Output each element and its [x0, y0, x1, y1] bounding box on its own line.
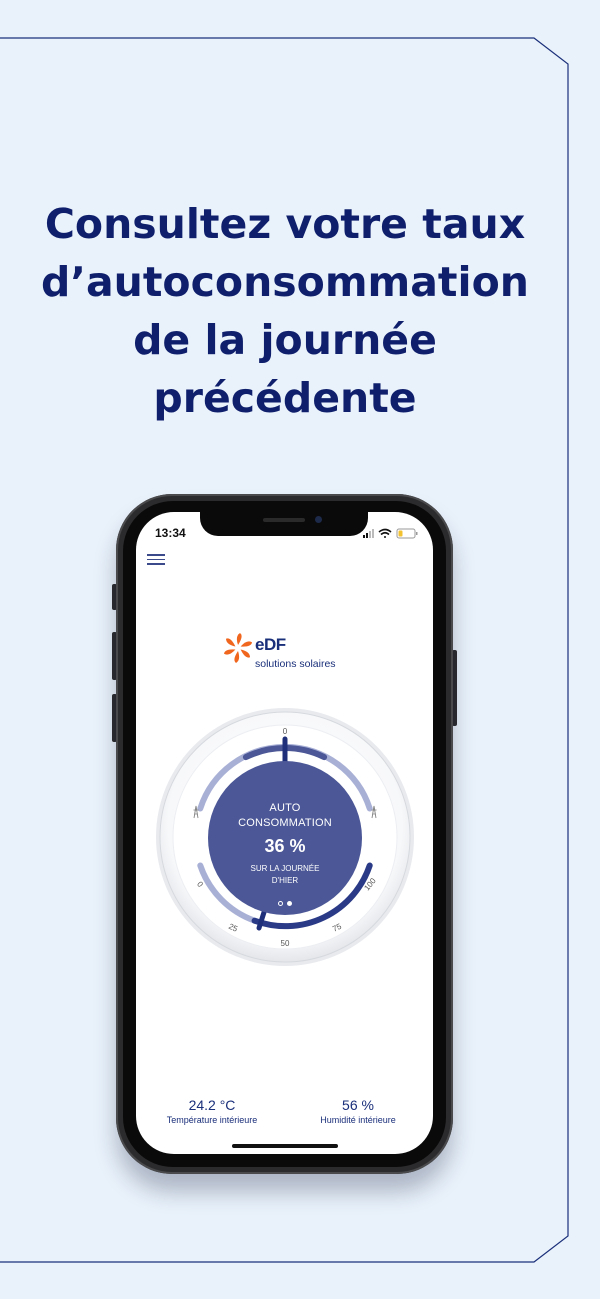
scale-label-50: 50 — [281, 939, 290, 948]
front-camera — [315, 516, 322, 523]
home-indicator[interactable] — [232, 1144, 338, 1148]
headline-line-4: précédente — [153, 374, 417, 422]
headline-line-1: Consultez votre taux — [44, 200, 526, 248]
wifi-icon — [378, 528, 392, 538]
humidity-label: Humidité intérieure — [320, 1115, 396, 1125]
speaker — [263, 518, 305, 522]
auto-title-line-1: AUTO — [269, 802, 301, 814]
headline-line-3: de la journée — [133, 316, 437, 364]
status-time: 13:34 — [155, 526, 186, 540]
page-dot-1[interactable] — [278, 901, 283, 906]
top-scale-label: 0 — [283, 727, 288, 736]
temperature-label: Température intérieure — [166, 1115, 258, 1125]
headline: Consultez votre taux d’autoconsommation … — [20, 195, 550, 427]
status-icons — [363, 528, 418, 539]
subtitle-line-2: D'HIER — [271, 876, 299, 885]
humidity-stat: 56 % Humidité intérieure — [298, 1097, 418, 1125]
edf-flower-icon — [224, 633, 252, 663]
humidity-value: 56 % — [342, 1097, 374, 1113]
signal-icon — [363, 529, 374, 538]
auto-title: AUTO CONSOMMATION — [208, 801, 362, 831]
page-indicator — [208, 901, 362, 906]
autoconsumption-value: 36 % — [264, 836, 306, 856]
logo-tagline: solutions solaires — [255, 658, 336, 670]
dial-center[interactable]: AUTO CONSOMMATION 36 % SUR LA JOURNÉE D'… — [208, 761, 362, 915]
temperature-value: 24.2 °C — [188, 1097, 236, 1113]
subtitle-line-1: SUR LA JOURNÉE — [250, 864, 320, 873]
headline-line-2: d’autoconsommation — [41, 258, 529, 306]
phone-screen: 13:34 eDF solutions solaires 0 0 25 50 7… — [136, 512, 433, 1154]
auto-title-line-2: CONSOMMATION — [238, 817, 332, 829]
edf-logo: eDF solutions solaires — [222, 628, 352, 672]
logo-brand: eDF — [255, 635, 286, 654]
notch — [200, 512, 368, 536]
hamburger-menu-icon[interactable] — [147, 551, 165, 569]
battery-icon — [396, 528, 418, 539]
autoconsumption-subtitle: SUR LA JOURNÉE D'HIER — [208, 863, 362, 887]
temperature-stat: 24.2 °C Température intérieure — [152, 1097, 272, 1125]
page-dot-2[interactable] — [287, 901, 292, 906]
